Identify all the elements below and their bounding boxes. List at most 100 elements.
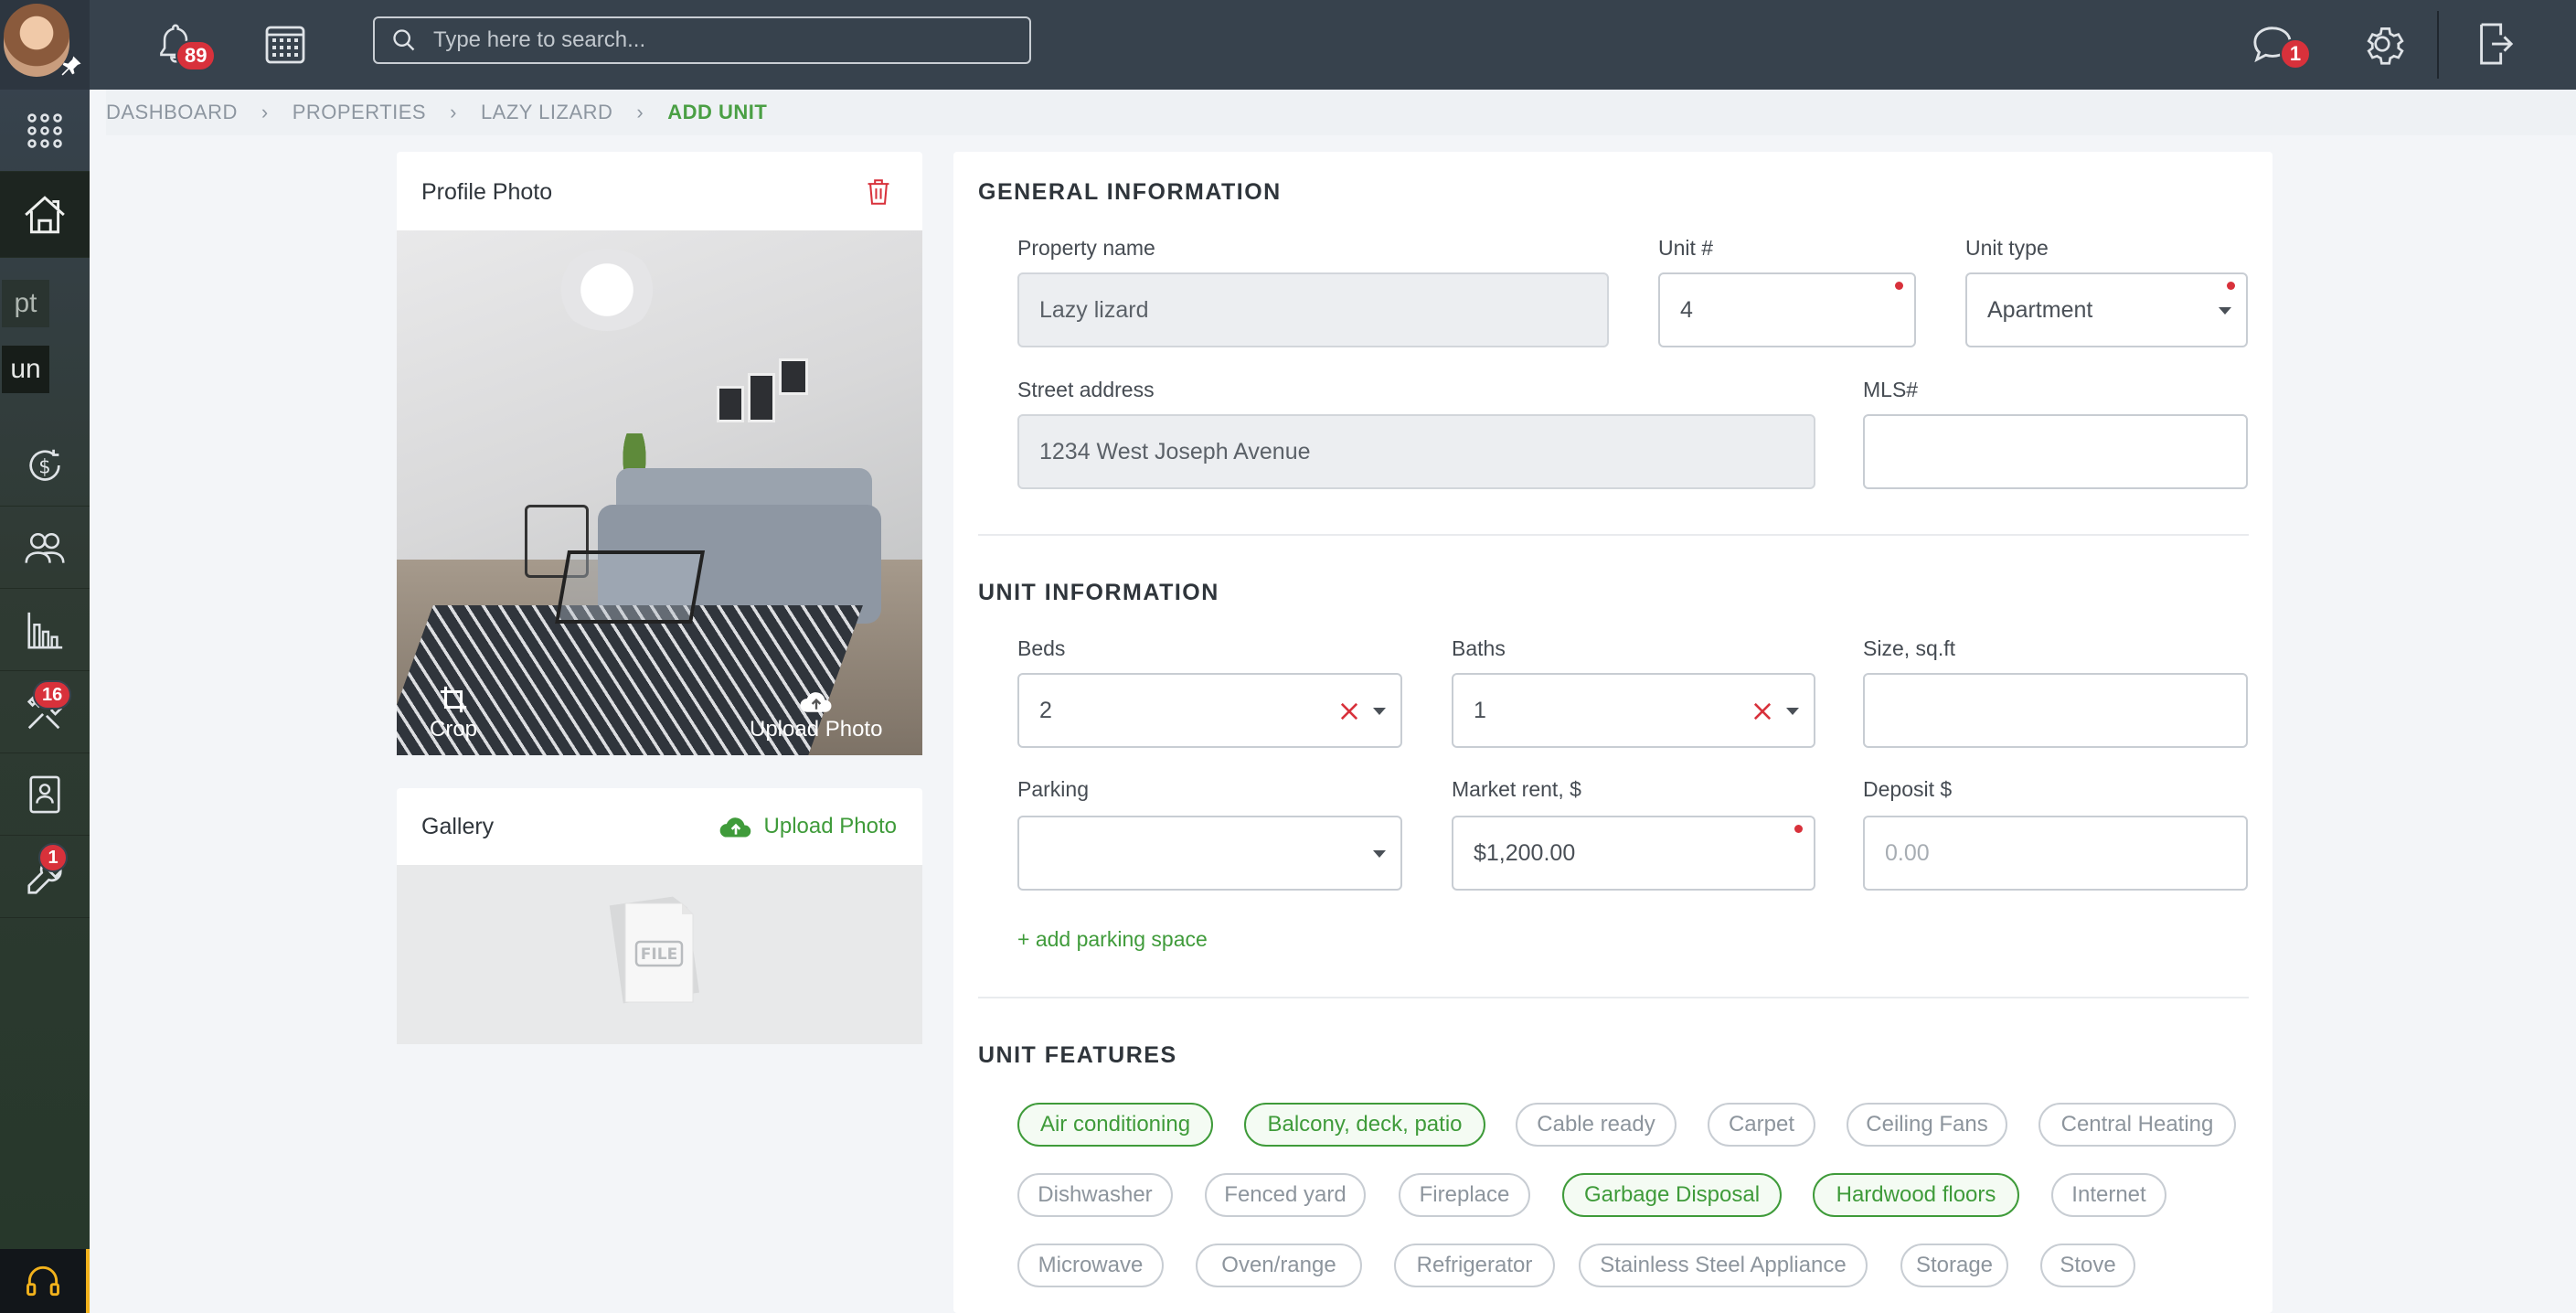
clear-icon[interactable] xyxy=(1336,699,1362,724)
trash-icon[interactable] xyxy=(866,177,891,207)
gear-icon xyxy=(2367,27,2404,65)
feature-chip-stainless-steel[interactable]: Stainless Steel Appliance xyxy=(1579,1244,1868,1287)
calendar-button[interactable] xyxy=(258,16,313,71)
unit-info-title: UNIT INFORMATION xyxy=(978,580,1219,605)
notifications-button[interactable]: 89 xyxy=(148,16,217,71)
baths-label: Baths xyxy=(1452,636,1506,660)
calendar-icon xyxy=(265,26,305,64)
add-parking-space-link[interactable]: + add parking space xyxy=(1017,927,1208,952)
size-field[interactable] xyxy=(1863,673,2248,748)
property-name-label: Property name xyxy=(1017,236,1155,260)
unit-number-value: 4 xyxy=(1680,296,1693,323)
unit-number-label: Unit # xyxy=(1658,236,1714,260)
topbar-divider xyxy=(2437,11,2439,79)
search-input[interactable] xyxy=(433,27,982,53)
support-button[interactable] xyxy=(0,1249,90,1313)
messages-button[interactable]: 1 xyxy=(2245,16,2311,71)
unit-type-value: Apartment xyxy=(1987,296,2093,323)
people-icon xyxy=(25,532,65,563)
deposit-placeholder: 0.00 xyxy=(1885,839,1930,866)
file-icon: FILE xyxy=(609,896,699,1004)
beds-value: 2 xyxy=(1039,697,1052,723)
mls-label: MLS# xyxy=(1863,378,1919,401)
sidebar-chip-pt[interactable]: pt xyxy=(2,280,49,327)
clear-icon[interactable] xyxy=(1750,699,1775,724)
breadcrumb-dashboard[interactable]: DASHBOARD xyxy=(106,101,238,124)
cloud-upload-icon xyxy=(800,692,832,712)
beds-select[interactable]: 2 xyxy=(1017,673,1402,748)
headset-icon xyxy=(27,1265,59,1297)
crop-icon xyxy=(440,686,467,713)
baths-select[interactable]: 1 xyxy=(1452,673,1815,748)
feature-chip-internet[interactable]: Internet xyxy=(2051,1173,2166,1217)
document-person-icon xyxy=(29,775,60,813)
crop-label: Crop xyxy=(430,717,478,742)
parking-label: Parking xyxy=(1017,777,1089,801)
svg-text:$: $ xyxy=(38,454,50,477)
settings-button[interactable] xyxy=(2355,16,2410,71)
feature-chip-hardwood-floors[interactable]: Hardwood floors xyxy=(1813,1173,2019,1217)
upload-photo-button[interactable]: Upload Photo xyxy=(750,688,882,742)
feature-chip-microwave[interactable]: Microwave xyxy=(1017,1244,1164,1287)
gallery-empty-area: FILE xyxy=(397,865,922,1044)
feature-chip-refrigerator[interactable]: Refrigerator xyxy=(1394,1244,1555,1287)
feature-chip-ceiling-fans[interactable]: Ceiling Fans xyxy=(1847,1103,2007,1147)
sidebar-item-apps[interactable] xyxy=(0,90,90,172)
beds-label: Beds xyxy=(1017,636,1066,660)
breadcrumb-properties[interactable]: PROPERTIES xyxy=(293,101,426,124)
feature-chip-fireplace[interactable]: Fireplace xyxy=(1399,1173,1530,1217)
breadcrumb-lazy-lizard[interactable]: LAZY LIZARD xyxy=(481,101,612,124)
feature-chip-dishwasher[interactable]: Dishwasher xyxy=(1017,1173,1173,1217)
feature-chip-carpet[interactable]: Carpet xyxy=(1708,1103,1815,1147)
parking-select[interactable] xyxy=(1017,816,1402,891)
unit-number-field[interactable]: 4 xyxy=(1658,272,1916,347)
gallery-upload-label: Upload Photo xyxy=(763,814,897,838)
sidebar-item-properties[interactable] xyxy=(0,172,90,258)
street-address-field: 1234 West Joseph Avenue xyxy=(1017,414,1815,489)
crop-button[interactable]: Crop xyxy=(430,684,477,742)
feature-chip-cable-ready[interactable]: Cable ready xyxy=(1516,1103,1677,1147)
avatar[interactable] xyxy=(0,0,90,90)
breadcrumb-current: ADD UNIT xyxy=(667,101,768,123)
feature-chip-fenced-yard[interactable]: Fenced yard xyxy=(1205,1173,1366,1217)
pin-icon[interactable] xyxy=(59,53,84,79)
section-divider xyxy=(978,534,2249,536)
market-rent-field[interactable]: $1,200.00 xyxy=(1452,816,1815,891)
deposit-field[interactable]: 0.00 xyxy=(1863,816,2248,891)
notifications-badge: 89 xyxy=(176,40,217,71)
feature-chip-balcony[interactable]: Balcony, deck, patio xyxy=(1244,1103,1485,1147)
required-indicator xyxy=(1895,282,1903,290)
unit-features-title: UNIT FEATURES xyxy=(978,1042,1177,1068)
feature-chip-garbage-disposal[interactable]: Garbage Disposal xyxy=(1562,1173,1782,1217)
sidebar-item-reports[interactable] xyxy=(0,589,90,671)
feature-chip-stove[interactable]: Stove xyxy=(2040,1244,2135,1287)
logout-button[interactable] xyxy=(2466,16,2521,71)
unit-type-select[interactable]: Apartment xyxy=(1965,272,2248,347)
mls-field[interactable] xyxy=(1863,414,2248,489)
house-icon xyxy=(25,195,65,233)
unit-type-label: Unit type xyxy=(1965,236,2049,260)
sidebar-chip-un[interactable]: un xyxy=(2,346,49,393)
file-icon-text: FILE xyxy=(641,945,677,964)
sidebar-item-maintenance[interactable]: 16 xyxy=(0,671,90,753)
market-rent-label: Market rent, $ xyxy=(1452,777,1581,801)
gallery-card: Gallery Upload Photo FILE xyxy=(397,788,922,1044)
sidebar-item-documents[interactable] xyxy=(0,753,90,836)
dollar-cycle-icon: $ xyxy=(29,449,60,481)
search-icon xyxy=(393,29,415,51)
logout-icon xyxy=(2480,23,2514,65)
gallery-upload-button[interactable]: Upload Photo xyxy=(719,814,897,839)
sidebar-item-tools[interactable]: 1 xyxy=(0,836,90,918)
breadcrumb-separator: › xyxy=(636,101,644,123)
street-address-value: 1234 West Joseph Avenue xyxy=(1039,438,1311,464)
feature-chip-storage[interactable]: Storage xyxy=(1900,1244,2008,1287)
sidebar-item-people[interactable] xyxy=(0,507,90,589)
feature-chip-oven-range[interactable]: Oven/range xyxy=(1196,1244,1362,1287)
breadcrumb-separator: › xyxy=(261,101,269,123)
search-bar[interactable] xyxy=(373,16,1031,64)
sidebar: pt un $ 16 1 xyxy=(0,90,90,1313)
sidebar-item-payments[interactable]: $ xyxy=(0,424,90,507)
section-divider xyxy=(978,997,2249,998)
feature-chip-air-conditioning[interactable]: Air conditioning xyxy=(1017,1103,1213,1147)
feature-chip-central-heating[interactable]: Central Heating xyxy=(2038,1103,2236,1147)
